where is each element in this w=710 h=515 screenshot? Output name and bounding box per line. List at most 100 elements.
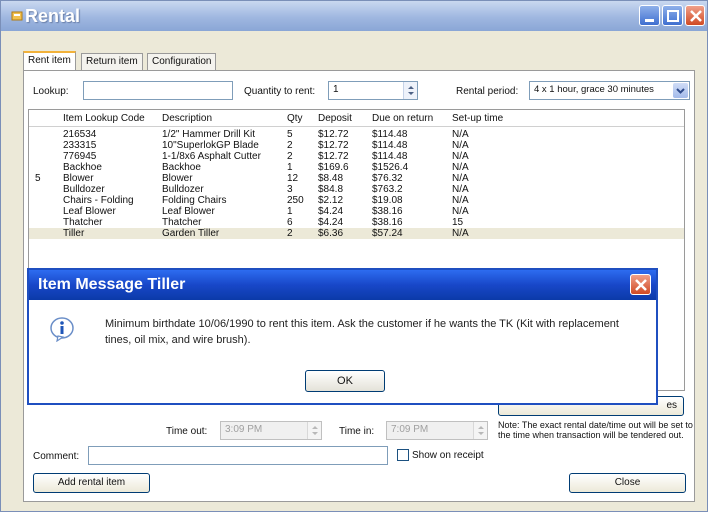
ok-button[interactable]: OK <box>305 370 385 392</box>
cell-qty: 12 <box>287 173 299 184</box>
cell-setup: N/A <box>452 173 469 184</box>
quantity-label: Quantity to rent: <box>244 86 316 97</box>
maximize-button[interactable] <box>662 5 683 26</box>
cell-deposit: $4.24 <box>318 206 344 217</box>
table-row[interactable]: Leaf Blower Leaf Blower 1 $4.24 $38.16 N… <box>29 206 684 217</box>
cell-qty: 250 <box>287 195 304 206</box>
app-icon <box>11 11 23 21</box>
table-row[interactable]: 216534 1/2" Hammer Drill Kit 5 $12.72 $1… <box>29 129 684 140</box>
cell-code: Chairs - Folding <box>63 195 134 206</box>
time-in-spin[interactable] <box>473 422 487 439</box>
cell-description: 1-1/8x6 Asphalt Cutter <box>162 151 261 162</box>
cell-due: $1526.4 <box>372 162 409 173</box>
lookup-label: Lookup: <box>33 86 69 97</box>
add-rental-item-button[interactable]: Add rental item <box>33 473 150 493</box>
cell-code: Bulldozer <box>63 184 105 195</box>
cell-due: $38.16 <box>372 206 403 217</box>
rental-window: Rental Rent item Return item Configurati… <box>0 0 708 512</box>
cell-qty: 2 <box>287 140 293 151</box>
time-out-label: Time out: <box>166 426 208 437</box>
cell-description: Folding Chairs <box>162 195 227 206</box>
window-titlebar[interactable]: Rental <box>1 1 707 31</box>
cell-description: 10"SuperlokGP Blade <box>162 140 259 151</box>
dialog-close-button[interactable] <box>630 274 651 295</box>
cell-setup: N/A <box>452 195 469 206</box>
info-icon <box>50 317 74 342</box>
cell-qty: 6 <box>287 217 293 228</box>
minimize-button[interactable] <box>639 5 660 26</box>
cell-deposit: $84.8 <box>318 184 344 195</box>
cell-description: Blower <box>162 173 193 184</box>
comment-label: Comment: <box>33 451 80 462</box>
cell-due: $38.16 <box>372 217 403 228</box>
quantity-value: 1 <box>333 84 339 95</box>
tab-configuration[interactable]: Configuration <box>147 53 217 71</box>
grid-header: Item Lookup Code Description Qty Deposit… <box>29 110 684 127</box>
header-deposit[interactable]: Deposit <box>318 113 352 124</box>
time-in-field[interactable]: 7:09 PM <box>386 421 488 440</box>
cell-setup: N/A <box>452 151 469 162</box>
table-row[interactable]: 233315 10"SuperlokGP Blade 2 $12.72 $114… <box>29 140 684 151</box>
cell-setup: N/A <box>452 162 469 173</box>
close-button[interactable]: Close <box>569 473 686 493</box>
lookup-input[interactable] <box>83 81 233 100</box>
cell-description: Backhoe <box>162 162 201 173</box>
cell-deposit: $6.36 <box>318 228 344 239</box>
time-out-spin[interactable] <box>307 422 321 439</box>
cell-qty: 3 <box>287 184 293 195</box>
header-setup-time[interactable]: Set-up time <box>452 113 503 124</box>
spin-arrows-icon <box>408 86 414 95</box>
cell-deposit: $4.24 <box>318 217 344 228</box>
cell-description: Thatcher <box>162 217 202 228</box>
dialog-message: Minimum birthdate 10/06/1990 to rent thi… <box>105 318 619 346</box>
header-item-lookup-code[interactable]: Item Lookup Code <box>63 113 145 124</box>
cell-due: $114.48 <box>372 151 408 162</box>
table-row[interactable]: 5 Blower Blower 12 $8.48 $76.32 N/A <box>29 173 684 184</box>
table-row[interactable]: Bulldozer Bulldozer 3 $84.8 $763.2 N/A <box>29 184 684 195</box>
cell-deposit: $8.48 <box>318 173 344 184</box>
cell-description: Leaf Blower <box>162 206 215 217</box>
tab-rent-item[interactable]: Rent item <box>23 51 76 71</box>
tab-return-item[interactable]: Return item <box>81 53 143 71</box>
rental-period-label: Rental period: <box>456 86 519 97</box>
cell-due: $19.08 <box>372 195 403 206</box>
cell-setup: N/A <box>452 184 469 195</box>
close-icon <box>690 10 702 22</box>
time-in-value: 7:09 PM <box>391 424 429 435</box>
time-out-field[interactable]: 3:09 PM <box>220 421 322 440</box>
header-due-on-return[interactable]: Due on return <box>372 113 433 124</box>
cell-qty: 5 <box>287 129 293 140</box>
comment-input[interactable] <box>88 446 388 465</box>
table-row[interactable]: Backhoe Backhoe 1 $169.6 $1526.4 N/A <box>29 162 684 173</box>
cell-due: $114.48 <box>372 129 408 140</box>
cell-description: Bulldozer <box>162 184 204 195</box>
rental-period-select[interactable]: 4 x 1 hour, grace 30 minutes <box>529 81 690 100</box>
show-on-receipt-checkbox[interactable] <box>397 449 409 461</box>
rental-time-note: Note: The exact rental date/time out wil… <box>498 420 693 440</box>
quantity-spin-buttons[interactable] <box>403 82 417 99</box>
cell-deposit: $169.6 <box>318 162 349 173</box>
table-row[interactable]: Thatcher Thatcher 6 $4.24 $38.16 15 <box>29 217 684 228</box>
time-out-value: 3:09 PM <box>225 424 263 435</box>
dialog-titlebar[interactable]: Item Message Tiller <box>29 270 656 300</box>
table-row[interactable]: 776945 1-1/8x6 Asphalt Cutter 2 $12.72 $… <box>29 151 684 162</box>
cell-code: Tiller <box>63 228 85 239</box>
cell-code: 233315 <box>63 140 97 151</box>
time-in-label: Time in: <box>339 426 375 437</box>
row-marker: 5 <box>35 173 41 184</box>
cell-description: 1/2" Hammer Drill Kit <box>162 129 256 140</box>
quantity-stepper[interactable]: 1 <box>328 81 418 100</box>
spin-arrows-icon <box>478 426 484 435</box>
cell-setup: 15 <box>452 217 464 228</box>
cell-setup: N/A <box>452 206 469 217</box>
header-qty[interactable]: Qty <box>287 113 303 124</box>
cell-code: 216534 <box>63 129 97 140</box>
table-row-selected[interactable]: Tiller Garden Tiller 2 $6.36 $57.24 N/A <box>29 228 684 239</box>
cell-qty: 2 <box>287 228 293 239</box>
window-close-button[interactable] <box>685 5 705 26</box>
dialog-body: Minimum birthdate 10/06/1990 to rent thi… <box>29 300 656 403</box>
rental-period-value: 4 x 1 hour, grace 30 minutes <box>534 84 654 95</box>
table-row[interactable]: Chairs - Folding Folding Chairs 250 $2.1… <box>29 195 684 206</box>
rental-period-dropdown-button[interactable] <box>673 83 688 98</box>
header-description[interactable]: Description <box>162 113 212 124</box>
